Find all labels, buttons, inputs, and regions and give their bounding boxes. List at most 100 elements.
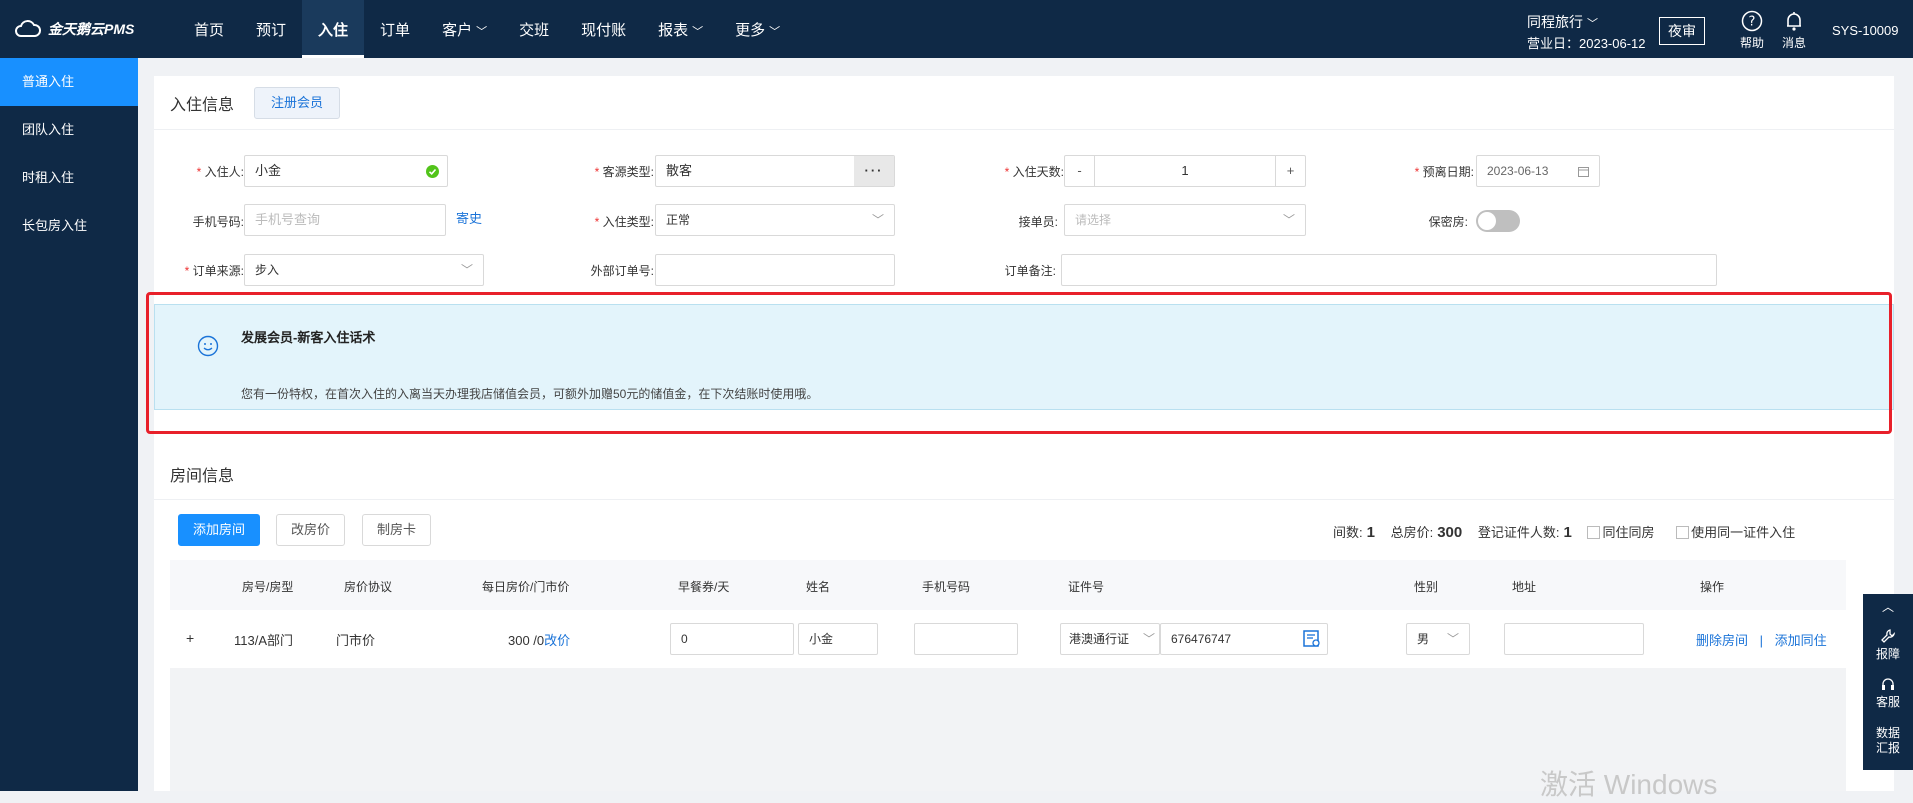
id-scan-icon[interactable] — [1303, 630, 1321, 648]
business-date: 营业日：2023-06-12 — [1527, 36, 1646, 51]
checkin-type-value: 正常 — [666, 213, 691, 227]
id-number-value: 676476747 — [1171, 632, 1232, 646]
messages-label: 消息 — [1781, 36, 1806, 50]
report-issue-button[interactable]: 报障 — [1863, 622, 1913, 670]
nav-reservation[interactable]: 预订 — [240, 0, 302, 58]
same-room-checkbox[interactable]: 同住同房 — [1587, 525, 1654, 540]
sidebar-item-long-stay-checkin[interactable]: 长包房入住 — [0, 202, 138, 250]
source-type-label: * 客源类型: — [594, 165, 654, 179]
col-name: 姓名 — [806, 580, 831, 594]
guest-name-input[interactable]: 小金 — [244, 155, 448, 187]
nav-cash-account[interactable]: 现付账 — [565, 0, 642, 58]
bell-icon — [1787, 12, 1801, 31]
daily-price: 300 /0改价 — [508, 630, 570, 649]
phone-search-input[interactable]: 手机号查询 — [244, 204, 446, 236]
external-order-input[interactable] — [655, 254, 895, 286]
guest-name-cell-input[interactable]: 小金 — [798, 623, 878, 655]
more-dots-button[interactable]: ··· — [854, 156, 894, 186]
deposit-history-link[interactable]: 寄史 — [456, 208, 482, 227]
nav-shift[interactable]: 交班 — [503, 0, 565, 58]
order-source-value: 步入 — [255, 263, 280, 277]
stay-days-stepper: - 1 + — [1064, 155, 1306, 187]
chevron-down-icon: ﹀ — [1282, 213, 1295, 227]
change-price-link[interactable]: 改价 — [544, 633, 570, 648]
scroll-top-button[interactable]: ︿ — [1863, 594, 1913, 622]
nav-customers[interactable]: 客户 ﹀ — [426, 0, 503, 58]
phone-placeholder: 手机号查询 — [255, 212, 321, 227]
svg-text:?: ? — [1749, 15, 1756, 30]
add-cohabitant-link[interactable]: 添加同住 — [1775, 633, 1827, 648]
customer-service-button[interactable]: 客服 — [1863, 670, 1913, 718]
col-room: 房号/房型 — [242, 580, 294, 594]
days-value[interactable]: 1 — [1095, 156, 1275, 186]
col-breakfast: 早餐券/天 — [678, 580, 730, 594]
logo[interactable]: 金天鹅云PMS — [14, 17, 134, 41]
order-remark-input[interactable] — [1061, 254, 1717, 286]
address-input[interactable] — [1504, 623, 1644, 655]
order-source-select[interactable]: 步入 ﹀ — [244, 254, 484, 286]
same-room-label: 同住同房 — [1602, 525, 1655, 540]
sidebar-item-hourly-checkin[interactable]: 时租入住 — [0, 154, 138, 202]
departure-date-picker[interactable]: 2023-06-13 — [1476, 155, 1600, 187]
price-agreement: 门市价 — [336, 633, 376, 648]
departure-date-label-text: 预离日期: — [1422, 165, 1474, 179]
nav-checkin[interactable]: 入住 — [302, 0, 365, 58]
sidebar-item-group-checkin[interactable]: 团队入住 — [0, 106, 138, 154]
rooms-count-label: 间数: — [1333, 525, 1363, 540]
stay-days-label-text: 入住天数: — [1012, 165, 1064, 179]
nav-home[interactable]: 首页 — [178, 0, 240, 58]
nav-more[interactable]: 更多 ﹀ — [719, 0, 796, 58]
id-number-input[interactable]: 676476747 — [1160, 623, 1328, 655]
phone-cell-input[interactable] — [914, 623, 1018, 655]
col-daily-price: 每日房价/门市价 — [482, 580, 570, 594]
order-remark-label: 订单备注: — [1004, 264, 1056, 278]
order-source-label-text: 订单来源: — [192, 264, 244, 278]
receptionist-select[interactable]: 请选择 ﹀ — [1064, 204, 1306, 236]
logo-text: 金天鹅云PMS — [48, 21, 135, 37]
help-label: 帮助 — [1739, 36, 1764, 50]
nav-orders[interactable]: 订单 — [364, 0, 426, 58]
receptionist-placeholder: 请选择 — [1075, 213, 1112, 227]
private-room-toggle[interactable] — [1476, 210, 1520, 232]
nav-more-label: 更多 — [735, 22, 766, 39]
headset-icon — [1882, 678, 1894, 690]
floating-toolbar: ︿ 报障 客服 数据汇报 — [1863, 594, 1913, 770]
data-report-button[interactable]: 数据汇报 — [1863, 718, 1913, 766]
days-plus-button[interactable]: + — [1275, 156, 1305, 186]
hotel-selector[interactable]: 同程旅行 ﹀ — [1527, 13, 1598, 33]
user-account[interactable]: SYS-10009 — [1832, 23, 1899, 38]
total-price-value: 300 — [1437, 524, 1463, 541]
gender-select[interactable]: 男 ﹀ — [1406, 623, 1470, 655]
calendar-icon — [1578, 167, 1589, 177]
delete-room-link[interactable]: 删除房间 — [1696, 633, 1748, 648]
chevron-down-icon: ﹀ — [476, 26, 488, 38]
chevron-down-icon: ﹀ — [1587, 18, 1598, 30]
checkin-type-select[interactable]: 正常 ﹀ — [655, 204, 895, 236]
days-minus-button[interactable]: - — [1065, 156, 1095, 186]
source-type-select[interactable]: 散客 ··· — [655, 155, 895, 187]
messages-button[interactable]: 消息 — [1778, 10, 1810, 51]
chevron-down-icon: ﹀ — [1142, 632, 1155, 646]
nav-customers-label: 客户 — [442, 22, 473, 39]
col-agreement: 房价协议 — [344, 580, 393, 594]
add-room-button[interactable]: 添加房间 — [178, 514, 261, 546]
table-row: + 113/A部门 门市价 300 /0改价 0 小金 港澳通行证 ﹀ 67647… — [170, 610, 1846, 668]
sidebar-item-normal-checkin[interactable]: 普通入住 — [0, 58, 138, 106]
chevron-up-icon: ︿ — [1881, 600, 1894, 614]
breakfast-input[interactable]: 0 — [670, 623, 794, 655]
col-phone: 手机号码 — [922, 580, 971, 594]
check-circle-icon — [426, 165, 439, 178]
rooms-count-value: 1 — [1366, 524, 1375, 541]
windows-activation-watermark: 激活 Windows — [1540, 769, 1718, 800]
register-member-button[interactable]: 注册会员 — [254, 86, 341, 119]
night-audit-button[interactable]: 夜审 — [1659, 17, 1705, 45]
row-expand-button[interactable]: + — [186, 630, 194, 646]
guest-name-cell-value: 小金 — [809, 632, 834, 646]
same-id-checkbox[interactable]: 使用同一证件入住 — [1676, 525, 1795, 540]
report-issue-label: 报障 — [1875, 647, 1900, 661]
change-price-button[interactable]: 改房价 — [276, 514, 346, 546]
id-type-select[interactable]: 港澳通行证 ﹀ — [1060, 623, 1160, 655]
help-button[interactable]: ? 帮助 — [1736, 10, 1768, 51]
nav-reports[interactable]: 报表 ﹀ — [642, 0, 719, 58]
make-card-button[interactable]: 制房卡 — [362, 514, 432, 546]
